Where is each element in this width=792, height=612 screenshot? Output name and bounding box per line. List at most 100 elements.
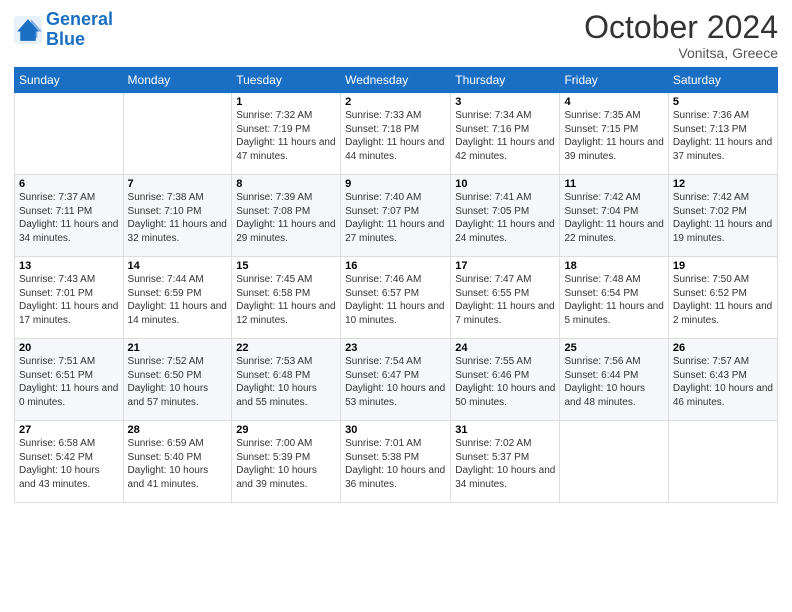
day-number: 5 <box>673 96 773 108</box>
day-cell: 23Sunrise: 7:54 AM Sunset: 6:47 PM Dayli… <box>341 339 451 421</box>
day-cell: 9Sunrise: 7:40 AM Sunset: 7:07 PM Daylig… <box>341 175 451 257</box>
week-row-2: 6Sunrise: 7:37 AM Sunset: 7:11 PM Daylig… <box>15 175 778 257</box>
calendar: Sunday Monday Tuesday Wednesday Thursday… <box>14 67 778 503</box>
day-number: 25 <box>564 342 663 354</box>
day-info: Sunrise: 7:51 AM Sunset: 6:51 PM Dayligh… <box>19 355 119 409</box>
day-cell: 16Sunrise: 7:46 AM Sunset: 6:57 PM Dayli… <box>341 257 451 339</box>
day-number: 29 <box>236 424 336 436</box>
day-info: Sunrise: 7:34 AM Sunset: 7:16 PM Dayligh… <box>455 109 555 163</box>
week-row-3: 13Sunrise: 7:43 AM Sunset: 7:01 PM Dayli… <box>15 257 778 339</box>
day-cell: 19Sunrise: 7:50 AM Sunset: 6:52 PM Dayli… <box>668 257 777 339</box>
day-cell: 20Sunrise: 7:51 AM Sunset: 6:51 PM Dayli… <box>15 339 124 421</box>
day-info: Sunrise: 7:44 AM Sunset: 6:59 PM Dayligh… <box>128 273 228 327</box>
day-info: Sunrise: 7:47 AM Sunset: 6:55 PM Dayligh… <box>455 273 555 327</box>
day-info: Sunrise: 7:41 AM Sunset: 7:05 PM Dayligh… <box>455 191 555 245</box>
day-number: 6 <box>19 178 119 190</box>
day-info: Sunrise: 7:56 AM Sunset: 6:44 PM Dayligh… <box>564 355 663 409</box>
day-info: Sunrise: 7:48 AM Sunset: 6:54 PM Dayligh… <box>564 273 663 327</box>
day-number: 30 <box>345 424 446 436</box>
col-thursday: Thursday <box>451 68 560 93</box>
col-sunday: Sunday <box>15 68 124 93</box>
day-cell: 1Sunrise: 7:32 AM Sunset: 7:19 PM Daylig… <box>232 93 341 175</box>
col-monday: Monday <box>123 68 232 93</box>
day-cell <box>560 421 668 503</box>
day-number: 10 <box>455 178 555 190</box>
day-cell: 26Sunrise: 7:57 AM Sunset: 6:43 PM Dayli… <box>668 339 777 421</box>
day-info: Sunrise: 7:40 AM Sunset: 7:07 PM Dayligh… <box>345 191 446 245</box>
day-number: 26 <box>673 342 773 354</box>
day-cell: 28Sunrise: 6:59 AM Sunset: 5:40 PM Dayli… <box>123 421 232 503</box>
day-number: 7 <box>128 178 228 190</box>
day-number: 23 <box>345 342 446 354</box>
day-info: Sunrise: 7:35 AM Sunset: 7:15 PM Dayligh… <box>564 109 663 163</box>
week-row-1: 1Sunrise: 7:32 AM Sunset: 7:19 PM Daylig… <box>15 93 778 175</box>
day-number: 12 <box>673 178 773 190</box>
month-title: October 2024 <box>584 10 778 45</box>
day-info: Sunrise: 7:54 AM Sunset: 6:47 PM Dayligh… <box>345 355 446 409</box>
day-cell: 29Sunrise: 7:00 AM Sunset: 5:39 PM Dayli… <box>232 421 341 503</box>
day-info: Sunrise: 6:58 AM Sunset: 5:42 PM Dayligh… <box>19 437 119 491</box>
day-info: Sunrise: 7:36 AM Sunset: 7:13 PM Dayligh… <box>673 109 773 163</box>
day-number: 21 <box>128 342 228 354</box>
day-number: 14 <box>128 260 228 272</box>
day-number: 17 <box>455 260 555 272</box>
day-cell: 31Sunrise: 7:02 AM Sunset: 5:37 PM Dayli… <box>451 421 560 503</box>
day-cell: 8Sunrise: 7:39 AM Sunset: 7:08 PM Daylig… <box>232 175 341 257</box>
day-number: 15 <box>236 260 336 272</box>
header: General Blue October 2024 Vonitsa, Greec… <box>14 10 778 61</box>
week-row-5: 27Sunrise: 6:58 AM Sunset: 5:42 PM Dayli… <box>15 421 778 503</box>
day-number: 2 <box>345 96 446 108</box>
day-number: 3 <box>455 96 555 108</box>
location: Vonitsa, Greece <box>584 45 778 61</box>
day-info: Sunrise: 7:02 AM Sunset: 5:37 PM Dayligh… <box>455 437 555 491</box>
day-info: Sunrise: 7:38 AM Sunset: 7:10 PM Dayligh… <box>128 191 228 245</box>
day-cell: 30Sunrise: 7:01 AM Sunset: 5:38 PM Dayli… <box>341 421 451 503</box>
day-cell: 21Sunrise: 7:52 AM Sunset: 6:50 PM Dayli… <box>123 339 232 421</box>
day-number: 9 <box>345 178 446 190</box>
day-cell: 15Sunrise: 7:45 AM Sunset: 6:58 PM Dayli… <box>232 257 341 339</box>
day-number: 28 <box>128 424 228 436</box>
day-cell: 10Sunrise: 7:41 AM Sunset: 7:05 PM Dayli… <box>451 175 560 257</box>
day-cell <box>668 421 777 503</box>
day-info: Sunrise: 7:55 AM Sunset: 6:46 PM Dayligh… <box>455 355 555 409</box>
day-info: Sunrise: 7:52 AM Sunset: 6:50 PM Dayligh… <box>128 355 228 409</box>
day-cell <box>123 93 232 175</box>
day-info: Sunrise: 7:32 AM Sunset: 7:19 PM Dayligh… <box>236 109 336 163</box>
day-info: Sunrise: 7:39 AM Sunset: 7:08 PM Dayligh… <box>236 191 336 245</box>
day-info: Sunrise: 7:37 AM Sunset: 7:11 PM Dayligh… <box>19 191 119 245</box>
day-info: Sunrise: 6:59 AM Sunset: 5:40 PM Dayligh… <box>128 437 228 491</box>
day-number: 4 <box>564 96 663 108</box>
day-number: 24 <box>455 342 555 354</box>
logo-general: General <box>46 9 113 29</box>
day-number: 27 <box>19 424 119 436</box>
day-info: Sunrise: 7:46 AM Sunset: 6:57 PM Dayligh… <box>345 273 446 327</box>
day-cell: 17Sunrise: 7:47 AM Sunset: 6:55 PM Dayli… <box>451 257 560 339</box>
day-cell: 5Sunrise: 7:36 AM Sunset: 7:13 PM Daylig… <box>668 93 777 175</box>
week-row-4: 20Sunrise: 7:51 AM Sunset: 6:51 PM Dayli… <box>15 339 778 421</box>
day-cell: 4Sunrise: 7:35 AM Sunset: 7:15 PM Daylig… <box>560 93 668 175</box>
title-block: October 2024 Vonitsa, Greece <box>584 10 778 61</box>
day-number: 18 <box>564 260 663 272</box>
logo: General Blue <box>14 10 113 50</box>
day-cell: 24Sunrise: 7:55 AM Sunset: 6:46 PM Dayli… <box>451 339 560 421</box>
day-cell: 27Sunrise: 6:58 AM Sunset: 5:42 PM Dayli… <box>15 421 124 503</box>
day-cell: 14Sunrise: 7:44 AM Sunset: 6:59 PM Dayli… <box>123 257 232 339</box>
day-number: 31 <box>455 424 555 436</box>
day-cell: 22Sunrise: 7:53 AM Sunset: 6:48 PM Dayli… <box>232 339 341 421</box>
day-cell: 13Sunrise: 7:43 AM Sunset: 7:01 PM Dayli… <box>15 257 124 339</box>
day-cell: 12Sunrise: 7:42 AM Sunset: 7:02 PM Dayli… <box>668 175 777 257</box>
col-wednesday: Wednesday <box>341 68 451 93</box>
day-number: 19 <box>673 260 773 272</box>
day-info: Sunrise: 7:45 AM Sunset: 6:58 PM Dayligh… <box>236 273 336 327</box>
logo-text: General Blue <box>46 10 113 50</box>
day-cell: 18Sunrise: 7:48 AM Sunset: 6:54 PM Dayli… <box>560 257 668 339</box>
day-number: 22 <box>236 342 336 354</box>
day-cell: 11Sunrise: 7:42 AM Sunset: 7:04 PM Dayli… <box>560 175 668 257</box>
calendar-header-row: Sunday Monday Tuesday Wednesday Thursday… <box>15 68 778 93</box>
day-number: 13 <box>19 260 119 272</box>
page: General Blue October 2024 Vonitsa, Greec… <box>0 0 792 612</box>
day-cell: 6Sunrise: 7:37 AM Sunset: 7:11 PM Daylig… <box>15 175 124 257</box>
day-number: 20 <box>19 342 119 354</box>
day-info: Sunrise: 7:57 AM Sunset: 6:43 PM Dayligh… <box>673 355 773 409</box>
day-info: Sunrise: 7:43 AM Sunset: 7:01 PM Dayligh… <box>19 273 119 327</box>
